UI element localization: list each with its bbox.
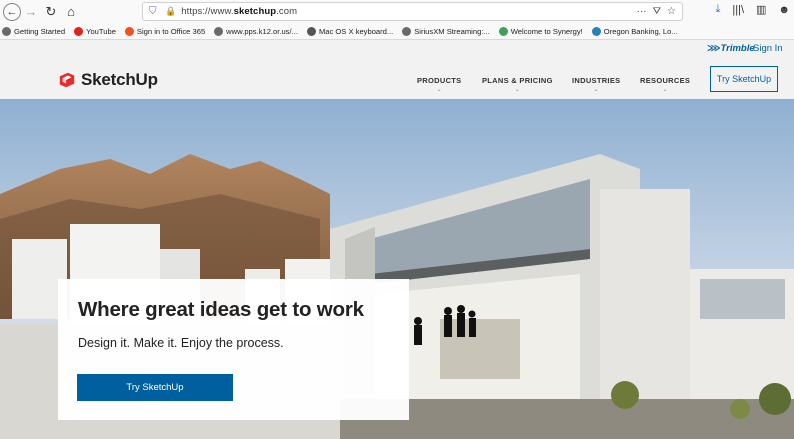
chevron-down-icon: ⌄: [593, 87, 599, 93]
bookmark-item[interactable]: Sign in to Office 365: [124, 26, 206, 36]
chevron-down-icon: ⌄: [662, 87, 668, 93]
address-bar[interactable]: ⛉ 🔒 https://www.sketchup.com ··· ⛛ ☆: [142, 2, 683, 21]
forward-arrow-icon[interactable]: →: [21, 2, 41, 22]
nav-products[interactable]: PRODUCTS ⌄: [417, 76, 462, 93]
brand-name: SketchUp: [81, 70, 158, 89]
bookmark-favicon-icon: [591, 26, 601, 36]
bookmark-favicon-icon: [124, 26, 134, 36]
nav-industries[interactable]: INDUSTRIES ⌄: [572, 76, 620, 93]
hero-headline: Where great ideas get to work: [78, 298, 364, 321]
bookmark-label: Sign in to Office 365: [136, 26, 206, 36]
sketchup-logo[interactable]: SketchUp: [58, 70, 158, 90]
download-icon[interactable]: ⤓: [716, 3, 721, 16]
try-sketchup-hero-button[interactable]: Try SketchUp: [77, 374, 233, 401]
bookmark-item[interactable]: SiriusXM Streaming:...: [402, 26, 490, 36]
lock-icon[interactable]: 🔒: [165, 6, 176, 17]
bookmark-favicon-icon: [402, 26, 412, 36]
url-text[interactable]: https://www.sketchup.com: [181, 6, 297, 17]
browser-toolbar: ← → ↻ ⌂ ⛉ 🔒 https://www.sketchup.com ···…: [0, 0, 794, 23]
bookmark-favicon-icon: [74, 26, 84, 36]
back-arrow-icon[interactable]: ←: [3, 2, 21, 21]
trimble-link[interactable]: ⋙Trimble: [707, 43, 755, 54]
nav-plans-pricing[interactable]: PLANS & PRICING ⌄: [482, 76, 553, 93]
bookmark-item[interactable]: www.pps.k12.or.us/...: [214, 26, 298, 36]
chevron-down-icon: ⌄: [514, 87, 521, 93]
bookmark-label: Mac OS X keyboard...: [318, 26, 394, 36]
bookmark-label: www.pps.k12.or.us/...: [226, 26, 298, 36]
bookmark-label: Welcome to Synergy!: [510, 26, 583, 36]
bookmark-label: Getting Started: [14, 26, 66, 36]
bookmarks-bar: Getting Started YouTube Sign in to Office …: [0, 23, 794, 40]
library-icon[interactable]: |||\: [732, 4, 744, 16]
hero-section: Where great ideas get to work Design it.…: [0, 99, 794, 439]
sidebar-icon[interactable]: ▥: [756, 3, 766, 16]
try-sketchup-header-button[interactable]: Try SketchUp: [710, 66, 778, 92]
sketchup-logo-icon: [59, 72, 75, 88]
site-header: SketchUp PRODUCTS ⌄ PLANS & PRICING ⌄ INDU…: [0, 58, 794, 99]
utility-bar: ⋙Trimble Sign In: [0, 40, 794, 58]
chevron-down-icon: ⌄: [436, 87, 442, 93]
hero-card: Where great ideas get to work Design it.…: [58, 279, 409, 420]
tracking-shield-icon[interactable]: ⛉: [149, 6, 159, 17]
bookmark-favicon-icon: [214, 26, 224, 36]
more-icon[interactable]: ···: [637, 6, 647, 17]
bookmark-label: Oregon Banking, Lo...: [603, 26, 678, 36]
bookmark-item[interactable]: Welcome to Synergy!: [498, 26, 583, 36]
home-icon[interactable]: ⌂: [61, 2, 81, 22]
bookmark-favicon-icon: [306, 26, 316, 36]
sign-in-link[interactable]: Sign In: [753, 43, 783, 54]
bookmark-favicon-icon: [498, 26, 508, 36]
bookmark-item[interactable]: YouTube: [74, 26, 116, 36]
bookmark-label: YouTube: [86, 26, 116, 36]
bookmark-label: SiriusXM Streaming:...: [414, 26, 490, 36]
hero-subhead: Design it. Make it. Enjoy the process.: [78, 336, 284, 350]
account-icon[interactable]: ☻: [778, 4, 790, 16]
nav-resources[interactable]: RESOURCES ⌄: [640, 76, 690, 93]
reload-icon[interactable]: ↻: [41, 2, 61, 22]
bookmark-favicon-icon: [2, 26, 11, 36]
pocket-icon[interactable]: ⛛: [653, 6, 661, 17]
bookmark-star-icon[interactable]: ☆: [667, 6, 676, 17]
bookmark-item[interactable]: Getting Started: [2, 26, 66, 36]
bookmark-item[interactable]: Mac OS X keyboard...: [306, 26, 394, 36]
bookmark-item[interactable]: Oregon Banking, Lo...: [591, 26, 678, 36]
